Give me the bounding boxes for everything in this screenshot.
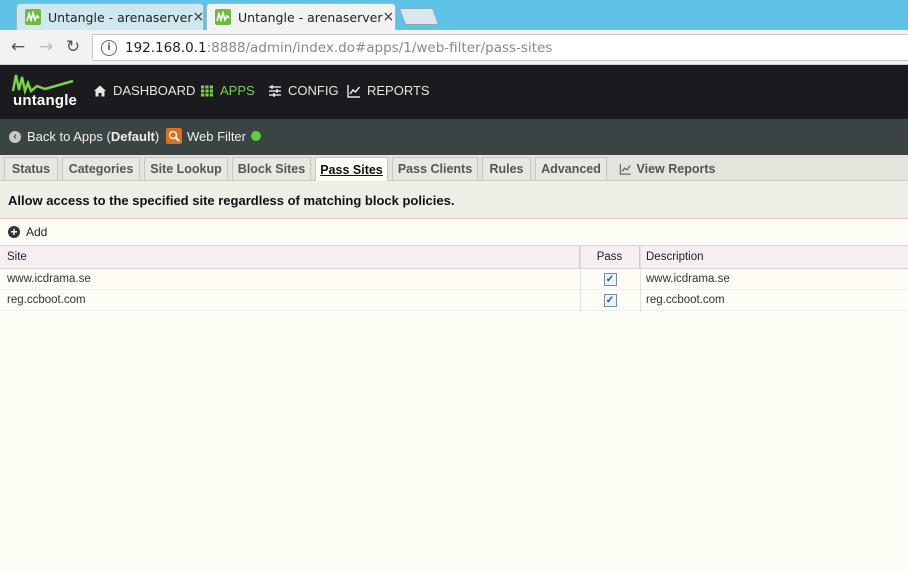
tab-site-lookup[interactable]: Site Lookup: [144, 157, 228, 180]
browser-tab-2[interactable]: Untangle - arenaserver ×: [206, 3, 396, 30]
reload-icon[interactable]: ↻: [63, 37, 83, 57]
chart-icon: [619, 163, 631, 175]
tab-label: Site Lookup: [150, 162, 222, 176]
nav-apps[interactable]: APPS: [200, 83, 255, 98]
close-icon[interactable]: ×: [382, 9, 394, 25]
grid-header: Site Pass Description: [0, 246, 908, 269]
grid-icon: [201, 85, 213, 96]
cell-description: www.icdrama.se: [646, 273, 730, 285]
plus-circle-icon: +: [8, 226, 20, 238]
table-row[interactable]: reg.ccboot.com ✓ reg.ccboot.com: [0, 290, 908, 311]
logo-text: untangle: [13, 92, 78, 109]
tab-view-reports[interactable]: View Reports: [613, 157, 721, 180]
cell-site: reg.ccboot.com: [7, 294, 86, 306]
forward-arrow-icon[interactable]: →: [36, 37, 56, 57]
untangle-favicon-icon: [25, 9, 41, 25]
grid-toolbar: + Add: [0, 219, 908, 246]
close-icon[interactable]: ×: [192, 9, 204, 25]
status-indicator-icon: [251, 131, 261, 141]
browser-tab-strip: Untangle - arenaserver × Untangle - aren…: [0, 0, 908, 30]
nav-config-label: CONFIG: [288, 83, 339, 98]
cell-pass: ✓: [580, 269, 640, 289]
url-path: :8888/admin/index.do#apps/1/web-filter/p…: [206, 39, 553, 56]
tab-label: View Reports: [636, 162, 716, 176]
browser-tab-1[interactable]: Untangle - arenaserver ×: [16, 3, 204, 30]
pass-checkbox[interactable]: ✓: [603, 293, 617, 307]
tab-label: Block Sites: [237, 162, 306, 176]
tab-categories[interactable]: Categories: [62, 157, 140, 180]
cell-description: reg.ccboot.com: [646, 294, 725, 306]
tab-label: Rules: [489, 162, 524, 176]
app-title: Web Filter: [166, 128, 261, 144]
chart-icon: [347, 84, 361, 98]
back-to-apps-link[interactable]: ‹ Back to Apps (Default): [9, 129, 159, 144]
arrow-left-circle-icon: ‹: [9, 130, 21, 143]
column-header-site[interactable]: Site: [0, 246, 580, 268]
tab-rules[interactable]: Rules: [482, 157, 531, 180]
back-suffix: ): [154, 129, 160, 144]
tab-label: Status: [11, 162, 51, 176]
app-header: untangle DASHBOARD APPS CONFIG REPORTS: [0, 65, 908, 119]
nav-dashboard-label: DASHBOARD: [113, 83, 196, 98]
add-button[interactable]: + Add: [8, 225, 47, 239]
column-label: Site: [7, 251, 27, 263]
nav-apps-label: APPS: [220, 83, 255, 98]
tab-block-sites[interactable]: Block Sites: [232, 157, 311, 180]
tab-advanced[interactable]: Advanced: [535, 157, 607, 180]
table-row[interactable]: www.icdrama.se ✓ www.icdrama.se: [0, 269, 908, 290]
info-icon[interactable]: i: [101, 39, 117, 56]
tab-status[interactable]: Status: [4, 157, 58, 180]
column-divider: [640, 246, 641, 312]
column-label: Pass: [596, 251, 623, 263]
column-divider: [580, 246, 581, 312]
nav-config[interactable]: CONFIG: [268, 83, 339, 98]
panel-description: Allow access to the specified site regar…: [0, 181, 908, 219]
nav-dashboard[interactable]: DASHBOARD: [93, 83, 195, 98]
home-icon: [94, 85, 106, 96]
tab-pass-sites[interactable]: Pass Sites: [315, 157, 388, 182]
app-tab-bar: Status Categories Site Lookup Block Site…: [0, 155, 908, 182]
pass-checkbox[interactable]: ✓: [603, 272, 617, 286]
browser-toolbar: ← → ↻ i 192.168.0.1:8888/admin/index.do#…: [0, 30, 908, 65]
back-prefix: Back to Apps (: [27, 129, 111, 144]
sliders-icon: [269, 84, 281, 97]
cell-pass: ✓: [580, 290, 640, 310]
nav-reports-label: REPORTS: [367, 83, 430, 98]
cell-site: www.icdrama.se: [7, 273, 91, 285]
new-tab-button[interactable]: [398, 8, 440, 25]
back-arrow-icon[interactable]: ←: [8, 37, 28, 57]
column-label: Description: [646, 251, 704, 263]
nav-reports[interactable]: REPORTS: [347, 83, 430, 98]
untangle-favicon-icon: [215, 9, 231, 25]
add-label: Add: [26, 225, 48, 239]
url-host: 192.168.0.1: [125, 39, 207, 56]
app-name: Web Filter: [187, 128, 246, 144]
tab-pass-clients[interactable]: Pass Clients: [392, 157, 478, 180]
address-bar[interactable]: i 192.168.0.1:8888/admin/index.do#apps/1…: [92, 34, 908, 61]
browser-tab-title: Untangle - arenaserver: [238, 9, 383, 25]
back-policy-name: Default: [110, 129, 155, 144]
app-subheader: ‹ Back to Apps (Default) Web Filter: [0, 119, 908, 155]
column-header-pass[interactable]: Pass: [580, 246, 640, 268]
tab-label: Categories: [68, 162, 134, 176]
browser-tab-title: Untangle - arenaserver: [48, 9, 193, 25]
web-filter-icon: [166, 128, 182, 144]
column-header-description[interactable]: Description: [640, 246, 908, 268]
tab-label: Pass Sites: [320, 163, 383, 177]
tab-label: Pass Clients: [397, 162, 473, 176]
tab-label: Advanced: [541, 162, 601, 176]
